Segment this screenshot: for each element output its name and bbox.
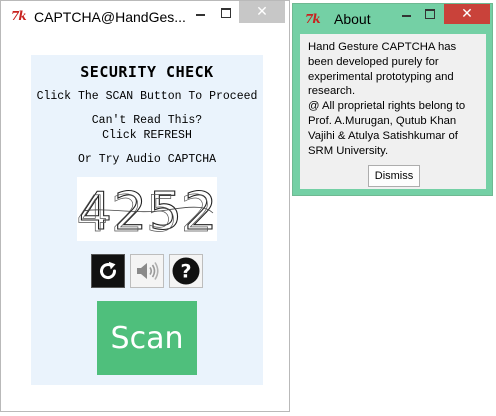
about-line: Vajihi & Atulya Satishkumar of [308,129,458,142]
tk-feather-icon: 7k [305,12,321,26]
scan-instruction: Click The SCAN Button To Proceed [36,90,258,103]
about-window-titlebar[interactable]: 7k About ✕ [293,4,492,32]
window-title: CAPTCHA@HandGes... [34,9,186,25]
about-window-title: About [334,11,371,27]
minimize-icon [401,15,411,17]
about-line: experimental prototyping and [308,70,454,83]
help-button[interactable]: ? [169,254,203,288]
svg-text:?: ? [180,261,191,283]
security-check-heading: SECURITY CHECK [80,63,214,81]
captcha-code-graphic: 4252 4252 [77,181,217,241]
about-line: SRM University. [308,144,389,157]
about-window: 7k About ✕ Hand Gesture CAPTCHA has been… [292,3,493,196]
about-line: Hand Gesture CAPTCHA has [308,41,457,53]
captcha-code-distortion: 4252 [77,185,216,241]
captcha-panel: SECURITY CHECK Click The SCAN Button To … [31,55,263,385]
about-minimize-button[interactable] [393,4,419,24]
cant-read-text: Can't Read This? [91,114,203,127]
captcha-window-content: SECURITY CHECK Click The SCAN Button To … [1,31,289,411]
refresh-icon [100,261,117,280]
about-line: research. [308,85,356,98]
captcha-window: 7k CAPTCHA@HandGes... ✕ SECURITY CHECK C… [0,0,290,412]
audio-captcha-button[interactable] [130,254,164,288]
audio-captcha-hint: Or Try Audio CAPTCHA [77,153,217,166]
about-line: been developed purely for [308,55,439,68]
about-content: Hand Gesture CAPTCHA has been developed … [300,34,486,189]
refresh-button[interactable] [91,254,125,288]
about-message: Hand Gesture CAPTCHA has been developed … [308,40,483,158]
dismiss-button[interactable]: Dismiss [368,165,420,187]
captcha-image: 4252 4252 [77,177,217,241]
close-icon: ✕ [461,6,473,22]
maximize-icon [425,9,435,19]
captcha-window-titlebar[interactable]: 7k CAPTCHA@HandGes... ✕ [1,1,289,31]
maximize-button[interactable] [213,3,239,23]
minimize-button[interactable] [187,3,213,23]
tk-feather-icon: 7k [11,9,27,23]
about-maximize-button[interactable] [417,4,443,24]
minimize-icon [195,14,205,16]
close-icon: ✕ [256,4,268,20]
refresh-hint: Click REFRESH [102,129,192,142]
desktop: 7k CAPTCHA@HandGes... ✕ SECURITY CHECK C… [0,0,496,416]
maximize-icon [221,8,231,18]
about-line: Prof. A.Murugan, Qutub Khan [308,114,457,127]
about-close-button[interactable]: ✕ [444,4,490,24]
speaker-icon [137,262,159,280]
about-line: @ All proprietal rights belong to [308,100,466,113]
close-button[interactable]: ✕ [239,1,285,23]
question-icon: ? [172,257,200,285]
scan-button[interactable]: Scan [97,301,197,375]
